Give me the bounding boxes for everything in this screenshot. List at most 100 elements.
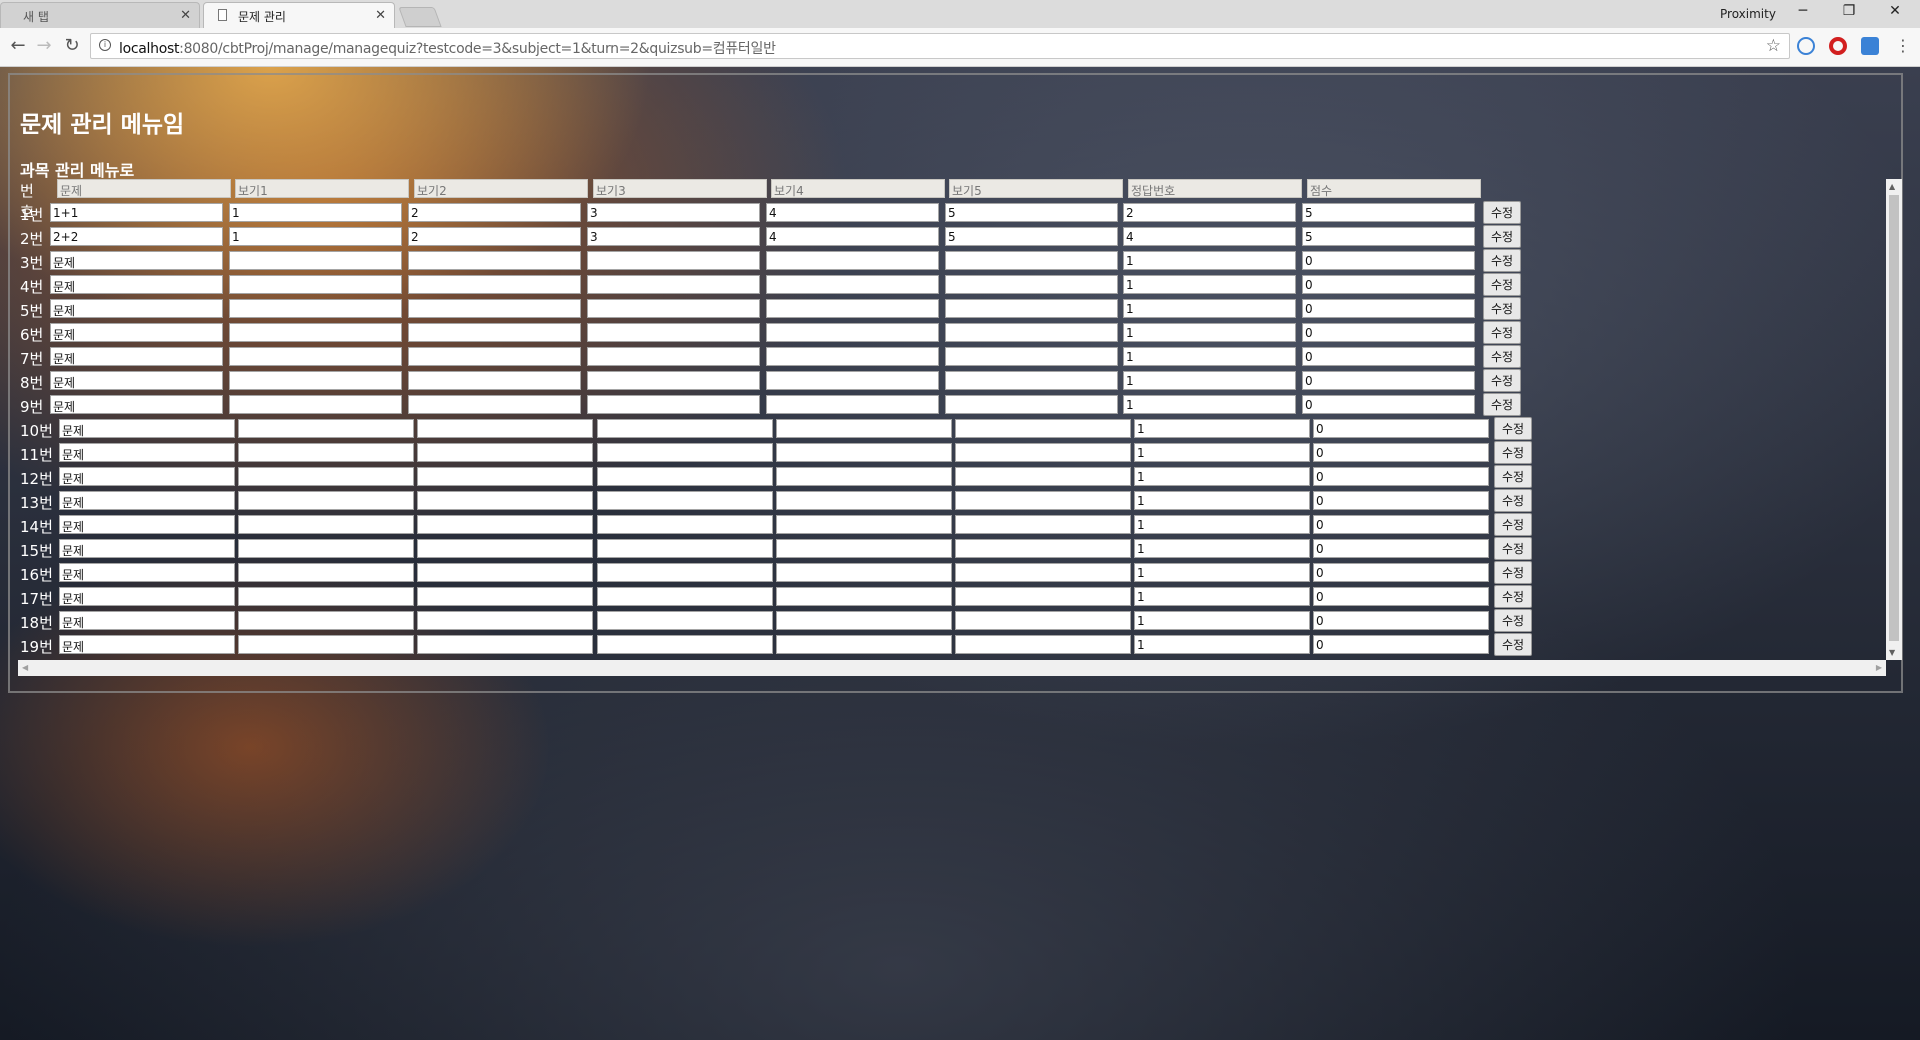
choice-5-input[interactable] [955, 419, 1131, 438]
answer-number-input[interactable]: 1 [1134, 587, 1310, 606]
choice-1-input[interactable] [238, 419, 414, 438]
question-input[interactable]: 문제 [59, 491, 235, 510]
question-input[interactable]: 문제 [50, 347, 223, 366]
score-input[interactable]: 0 [1313, 611, 1489, 630]
subject-manage-link[interactable]: 과목 관리 메뉴로 [20, 157, 134, 181]
choice-3-input[interactable] [587, 323, 760, 342]
choice-2-input[interactable] [417, 635, 593, 654]
answer-number-input[interactable]: 1 [1134, 419, 1310, 438]
choice-2-input[interactable] [417, 443, 593, 462]
choice-3-input[interactable] [587, 275, 760, 294]
reload-icon[interactable]: ↻ [60, 35, 84, 56]
choice-5-input[interactable] [955, 563, 1131, 582]
scroll-up-icon[interactable]: ▲ [1889, 182, 1895, 191]
choice-3-input[interactable] [587, 299, 760, 318]
score-input[interactable]: 0 [1302, 371, 1475, 390]
score-input[interactable]: 0 [1302, 395, 1475, 414]
choice-1-input[interactable] [229, 251, 402, 270]
answer-number-input[interactable]: 2 [1123, 203, 1296, 222]
choice-3-input[interactable]: 3 [587, 227, 760, 246]
answer-number-input[interactable]: 4 [1123, 227, 1296, 246]
edit-button[interactable]: 수정 [1483, 369, 1521, 392]
choice-4-input[interactable] [776, 515, 952, 534]
edit-button[interactable]: 수정 [1494, 561, 1532, 584]
choice-1-input[interactable] [238, 635, 414, 654]
choice-5-input[interactable] [955, 539, 1131, 558]
choice-4-input[interactable] [766, 347, 939, 366]
browser-tab-quiz-manage[interactable]: 문제 관리 ✕ [203, 2, 395, 28]
choice-4-input[interactable] [766, 299, 939, 318]
choice-3-input[interactable] [597, 563, 773, 582]
choice-5-input[interactable] [945, 371, 1118, 390]
choice-2-input[interactable] [417, 491, 593, 510]
scroll-left-icon[interactable]: ◀ [22, 663, 28, 672]
choice-5-input[interactable] [945, 395, 1118, 414]
choice-1-input[interactable]: 1 [229, 227, 402, 246]
question-input[interactable]: 문제 [59, 587, 235, 606]
choice-2-input[interactable] [408, 299, 581, 318]
choice-1-input[interactable] [229, 347, 402, 366]
forward-icon[interactable]: → [32, 35, 56, 56]
choice-2-input[interactable] [417, 539, 593, 558]
answer-number-input[interactable]: 1 [1123, 371, 1296, 390]
edit-button[interactable]: 수정 [1494, 441, 1532, 464]
choice-1-input[interactable] [238, 539, 414, 558]
edit-button[interactable]: 수정 [1483, 297, 1521, 320]
choice-4-input[interactable] [776, 563, 952, 582]
choice-2-input[interactable] [408, 347, 581, 366]
question-input[interactable]: 문제 [59, 515, 235, 534]
question-input[interactable]: 문제 [59, 443, 235, 462]
choice-1-input[interactable] [238, 587, 414, 606]
score-input[interactable]: 0 [1302, 347, 1475, 366]
choice-4-input[interactable] [776, 539, 952, 558]
choice-3-input[interactable] [587, 347, 760, 366]
choice-1-input[interactable]: 1 [229, 203, 402, 222]
choice-1-input[interactable] [229, 395, 402, 414]
answer-number-input[interactable]: 1 [1123, 299, 1296, 318]
scroll-right-icon[interactable]: ▶ [1876, 663, 1882, 672]
edit-button[interactable]: 수정 [1494, 417, 1532, 440]
edit-button[interactable]: 수정 [1494, 585, 1532, 608]
edit-button[interactable]: 수정 [1494, 633, 1532, 656]
question-input[interactable]: 문제 [59, 539, 235, 558]
choice-3-input[interactable] [597, 491, 773, 510]
edit-button[interactable]: 수정 [1483, 321, 1521, 344]
answer-number-input[interactable]: 1 [1123, 347, 1296, 366]
choice-5-input[interactable]: 5 [945, 203, 1118, 222]
question-input[interactable]: 문제 [50, 371, 223, 390]
question-input[interactable]: 문제 [50, 323, 223, 342]
choice-5-input[interactable] [955, 467, 1131, 486]
choice-5-input[interactable] [955, 515, 1131, 534]
answer-number-input[interactable]: 1 [1134, 635, 1310, 654]
choice-5-input[interactable] [945, 299, 1118, 318]
close-icon[interactable]: ✕ [375, 8, 386, 23]
choice-4-input[interactable] [766, 323, 939, 342]
score-input[interactable]: 0 [1302, 275, 1475, 294]
question-input[interactable]: 문제 [59, 467, 235, 486]
restore-icon[interactable]: ❐ [1834, 3, 1864, 19]
choice-2-input[interactable] [408, 323, 581, 342]
answer-number-input[interactable]: 1 [1123, 395, 1296, 414]
scrollbar-thumb[interactable] [1889, 195, 1899, 641]
edit-button[interactable]: 수정 [1494, 465, 1532, 488]
choice-5-input[interactable] [945, 323, 1118, 342]
choice-5-input[interactable] [955, 443, 1131, 462]
answer-number-input[interactable]: 1 [1134, 467, 1310, 486]
score-input[interactable]: 0 [1313, 563, 1489, 582]
edit-button[interactable]: 수정 [1494, 609, 1532, 632]
choice-4-input[interactable] [776, 467, 952, 486]
choice-3-input[interactable] [597, 611, 773, 630]
choice-5-input[interactable] [955, 635, 1131, 654]
choice-2-input[interactable] [408, 395, 581, 414]
choice-1-input[interactable] [229, 299, 402, 318]
score-input[interactable]: 0 [1313, 539, 1489, 558]
new-tab-button[interactable] [398, 7, 442, 27]
choice-3-input[interactable] [597, 443, 773, 462]
score-input[interactable]: 0 [1313, 635, 1489, 654]
choice-3-input[interactable] [587, 395, 760, 414]
edit-button[interactable]: 수정 [1483, 249, 1521, 272]
choice-3-input[interactable] [597, 635, 773, 654]
choice-4-input[interactable] [776, 611, 952, 630]
question-input[interactable]: 2+2 [50, 227, 223, 246]
question-input[interactable]: 문제 [59, 563, 235, 582]
